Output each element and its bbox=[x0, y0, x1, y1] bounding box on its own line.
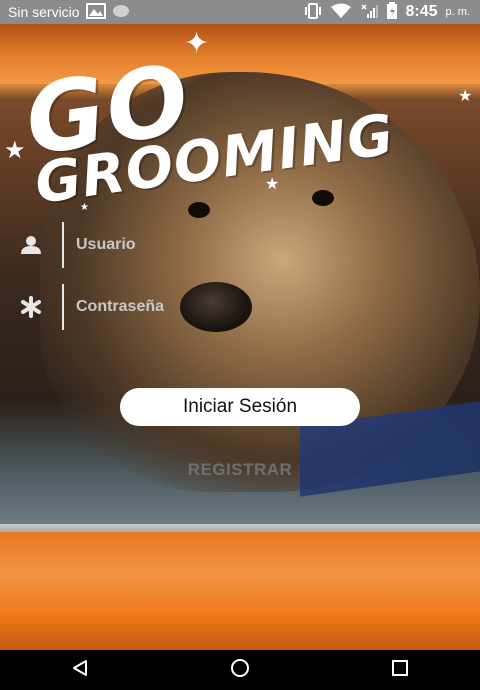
home-button[interactable] bbox=[210, 650, 270, 690]
clock-ampm: p. m. bbox=[445, 6, 470, 18]
username-row bbox=[0, 221, 480, 269]
clock-time: 8:45 bbox=[405, 3, 438, 20]
register-link[interactable]: REGISTRAR bbox=[0, 460, 480, 480]
status-bar: Sin servicio 8:45 p. m. bbox=[0, 0, 480, 24]
login-screen: GO GROOMING ✦ ★ ★ ★ ★ Iniciar Sesión REG… bbox=[0, 24, 480, 650]
recents-square-icon bbox=[391, 659, 409, 682]
home-circle-icon bbox=[230, 658, 250, 683]
carrier-label: Sin servicio bbox=[8, 4, 80, 20]
signal-icon bbox=[360, 3, 378, 22]
star-icon: ★ bbox=[80, 202, 89, 213]
wifi-icon bbox=[330, 3, 352, 22]
dog-eye-left bbox=[188, 202, 210, 218]
back-triangle-icon bbox=[71, 659, 89, 682]
asterisk-icon bbox=[0, 296, 62, 318]
back-button[interactable] bbox=[50, 650, 110, 690]
username-input[interactable] bbox=[74, 235, 438, 255]
star-icon: ★ bbox=[4, 137, 26, 164]
star-icon: ★ bbox=[265, 176, 280, 193]
field-divider bbox=[62, 222, 64, 268]
login-button[interactable]: Iniciar Sesión bbox=[120, 388, 360, 426]
car-door-background bbox=[0, 532, 480, 650]
star-icon: ✦ bbox=[184, 27, 210, 60]
notification-dot-icon bbox=[112, 4, 130, 21]
password-row bbox=[0, 283, 480, 331]
user-icon bbox=[0, 236, 62, 254]
vibrate-icon bbox=[304, 2, 322, 22]
field-divider bbox=[62, 284, 64, 330]
navigation-bar bbox=[0, 650, 480, 690]
dog-eye-right bbox=[312, 190, 334, 206]
recents-button[interactable] bbox=[370, 650, 430, 690]
battery-icon bbox=[386, 1, 398, 23]
password-input[interactable] bbox=[74, 297, 438, 317]
star-icon: ★ bbox=[458, 88, 473, 105]
gallery-notification-icon bbox=[85, 2, 106, 22]
